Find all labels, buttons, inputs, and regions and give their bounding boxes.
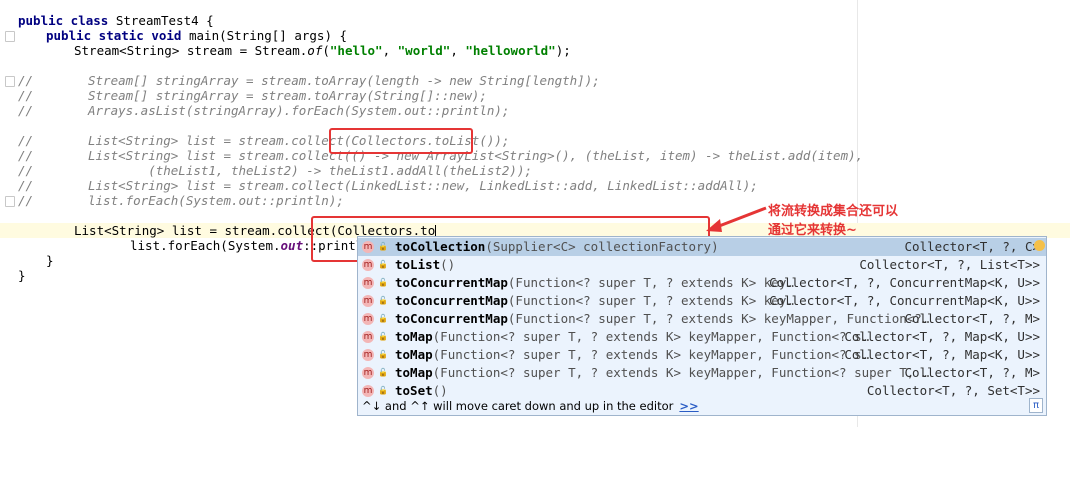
completion-item[interactable]: m 🔓 toConcurrentMap(Function<? super T, …: [358, 292, 1046, 310]
comment-line[interactable]: Stream[] stringArray = stream.toArray(le…: [88, 73, 600, 88]
method-icon: m: [362, 295, 374, 307]
comment-slash: //: [18, 133, 34, 148]
method-icon: m: [362, 259, 374, 271]
method-icon: m: [362, 241, 374, 253]
comment-slash: //: [18, 103, 34, 118]
code-line-class[interactable]: public class StreamTest4 {: [18, 13, 214, 28]
method-icon: m: [362, 349, 374, 361]
completion-item[interactable]: m 🔓 toList() Collector<T, ?, List<T>>: [358, 256, 1046, 274]
annotation-text: 将流转换成集合还可以 通过它来转换~: [768, 204, 899, 238]
comment-slash: //: [18, 193, 34, 208]
comment-slash: //: [18, 88, 34, 103]
code-line-stream[interactable]: Stream<String> stream = Stream.of("hello…: [74, 43, 571, 58]
footer-more-link[interactable]: >>: [679, 399, 698, 413]
lock-icon: 🔓: [378, 314, 388, 323]
comment-line[interactable]: Arrays.asList(stringArray).forEach(Syste…: [88, 103, 509, 118]
completion-popup[interactable]: m 🔓 toCollection(Supplier<C> collectionF…: [357, 236, 1047, 416]
comment-line[interactable]: list.forEach(System.out::println);: [88, 193, 344, 208]
fold-marker[interactable]: [5, 31, 15, 42]
comment-slash: //: [18, 163, 34, 178]
lock-icon: 🔓: [378, 242, 388, 251]
comment-line[interactable]: Stream[] stringArray = stream.toArray(St…: [88, 88, 487, 103]
completion-footer: ^↓ and ^↑ will move caret down and up in…: [358, 397, 1046, 415]
pi-icon[interactable]: π: [1029, 398, 1043, 413]
lightbulb-icon[interactable]: [1034, 240, 1045, 251]
lock-icon: 🔓: [378, 350, 388, 359]
completion-item[interactable]: m 🔓 toMap(Function<? super T, ? extends …: [358, 328, 1046, 346]
completion-item[interactable]: m 🔓 toMap(Function<? super T, ? extends …: [358, 364, 1046, 382]
comment-line[interactable]: List<String> list = stream.collect(() ->…: [88, 148, 863, 163]
method-icon: m: [362, 277, 374, 289]
code-line-close-method[interactable]: }: [46, 253, 54, 268]
code-line-close-class[interactable]: }: [18, 268, 26, 283]
completion-item[interactable]: m 🔓 toCollection(Supplier<C> collectionF…: [358, 238, 1046, 256]
comment-line[interactable]: List<String> list = stream.collect(Linke…: [88, 178, 758, 193]
completion-item[interactable]: m 🔓 toMap(Function<? super T, ? extends …: [358, 346, 1046, 364]
footer-hint: ^↓ and ^↑ will move caret down and up in…: [362, 399, 674, 413]
method-icon: m: [362, 385, 374, 397]
method-icon: m: [362, 367, 374, 379]
lock-icon: 🔓: [378, 386, 388, 395]
comment-line[interactable]: (theList1, theList2) -> theList1.addAll(…: [88, 163, 532, 178]
highlight-box-tolist: [329, 128, 473, 154]
method-icon: m: [362, 331, 374, 343]
lock-icon: 🔓: [378, 332, 388, 341]
fold-marker[interactable]: [5, 76, 15, 87]
fold-marker[interactable]: [5, 196, 15, 207]
lock-icon: 🔓: [378, 368, 388, 377]
comment-slash: //: [18, 73, 34, 88]
completion-item[interactable]: m 🔓 toConcurrentMap(Function<? super T, …: [358, 310, 1046, 328]
completion-item[interactable]: m 🔓 toConcurrentMap(Function<? super T, …: [358, 274, 1046, 292]
lock-icon: 🔓: [378, 296, 388, 305]
comment-slash: //: [18, 178, 34, 193]
lock-icon: 🔓: [378, 278, 388, 287]
lock-icon: 🔓: [378, 260, 388, 269]
method-icon: m: [362, 313, 374, 325]
annotation-arrow-icon: [706, 206, 767, 232]
comment-slash: //: [18, 148, 34, 163]
code-line-main[interactable]: public static void main(String[] args) {: [46, 28, 347, 43]
